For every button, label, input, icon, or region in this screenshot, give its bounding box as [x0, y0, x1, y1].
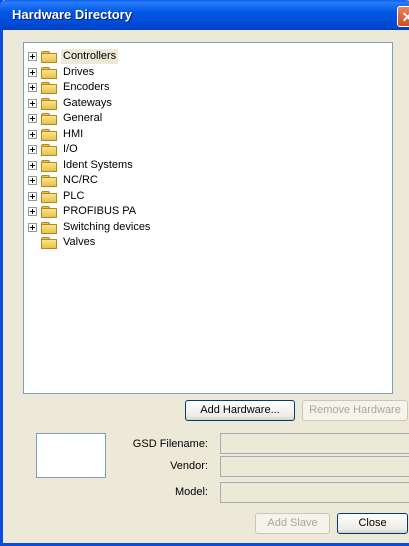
tree-item[interactable]: PLC: [24, 189, 392, 204]
folder-icon: [41, 82, 57, 94]
tree-item-label: PROFIBUS PA: [63, 205, 137, 217]
tree-item[interactable]: NC/RC: [24, 173, 392, 188]
expand-plus-icon[interactable]: [28, 207, 37, 216]
tree-item-label: Valves: [63, 236, 96, 248]
close-window-button[interactable]: ✕: [397, 6, 409, 27]
tree-item-label: General: [63, 112, 103, 124]
expand-plus-icon[interactable]: [28, 98, 37, 108]
folder-icon: [41, 221, 57, 234]
tree-item-label: Switching devices: [63, 220, 151, 233]
expand-plus-icon[interactable]: [28, 145, 37, 154]
tree-item[interactable]: General: [24, 111, 392, 126]
tree-item[interactable]: Encoders: [24, 80, 392, 95]
vendor-field[interactable]: [220, 456, 409, 477]
add-hardware-button[interactable]: Add Hardware...: [185, 400, 295, 421]
tree-item[interactable]: Switching devices: [24, 220, 392, 235]
tree-item[interactable]: I/O: [24, 142, 392, 157]
tree-item-label: NC/RC: [63, 174, 98, 186]
folder-icon: [41, 206, 57, 218]
gsd-filename-field[interactable]: [220, 433, 409, 454]
expand-plus-icon[interactable]: [28, 191, 37, 201]
remove-hardware-button[interactable]: Remove Hardware: [302, 400, 408, 421]
tree-item-label: HMI: [63, 127, 84, 140]
folder-icon: [41, 237, 57, 249]
tree-item-label: Ident Systems: [63, 158, 133, 171]
tree-item-label: PLC: [63, 189, 85, 202]
expand-plus-icon[interactable]: [28, 176, 37, 185]
folder-icon: [41, 159, 57, 172]
vendor-label: Vendor:: [170, 460, 208, 472]
expand-plus-icon[interactable]: [28, 83, 37, 92]
model-field[interactable]: [220, 482, 409, 503]
tree-item-label: Controllers: [61, 49, 119, 64]
close-button[interactable]: Close: [337, 513, 408, 534]
hardware-tree[interactable]: Controllers Drives Encoders Gateways General…: [23, 42, 393, 394]
tree-item-label: Encoders: [63, 81, 110, 93]
tree-item-label: Gateways: [63, 96, 112, 109]
title-bar[interactable]: Hardware Directory ✕: [0, 0, 409, 30]
expand-plus-icon[interactable]: [28, 114, 37, 123]
folder-icon: [41, 175, 57, 187]
close-icon: ✕: [401, 9, 409, 25]
folder-icon: [41, 190, 57, 203]
folder-icon: [41, 97, 57, 110]
expand-plus-icon[interactable]: [28, 67, 37, 77]
tree-item[interactable]: Ident Systems: [24, 158, 392, 173]
folder-icon: [41, 128, 57, 141]
folder-icon: [41, 144, 57, 156]
add-slave-button[interactable]: Add Slave: [255, 513, 330, 534]
folder-icon: [41, 113, 57, 125]
expand-plus-icon[interactable]: [28, 222, 37, 232]
tree-item[interactable]: Drives: [24, 65, 392, 80]
window-title: Hardware Directory: [12, 7, 132, 22]
gsd-filename-label: GSD Filename:: [132, 438, 208, 450]
tree-item-label: I/O: [63, 143, 78, 155]
model-label: Model:: [174, 486, 208, 498]
folder-icon: [41, 66, 57, 79]
tree-item[interactable]: PROFIBUS PA: [24, 204, 392, 219]
hardware-directory-window: Hardware Directory ✕ Controllers Drives En…: [0, 0, 409, 546]
tree-item[interactable]: Gateways: [24, 96, 392, 111]
tree-item-label: Drives: [63, 65, 95, 78]
expand-plus-icon[interactable]: [28, 52, 37, 61]
tree-item[interactable]: HMI: [24, 127, 392, 142]
tree-item[interactable]: Valves: [24, 235, 392, 250]
tree-item[interactable]: Controllers: [24, 49, 392, 64]
folder-icon: [41, 51, 57, 63]
expand-plus-icon[interactable]: [28, 160, 37, 170]
expand-plus-icon[interactable]: [28, 129, 37, 139]
